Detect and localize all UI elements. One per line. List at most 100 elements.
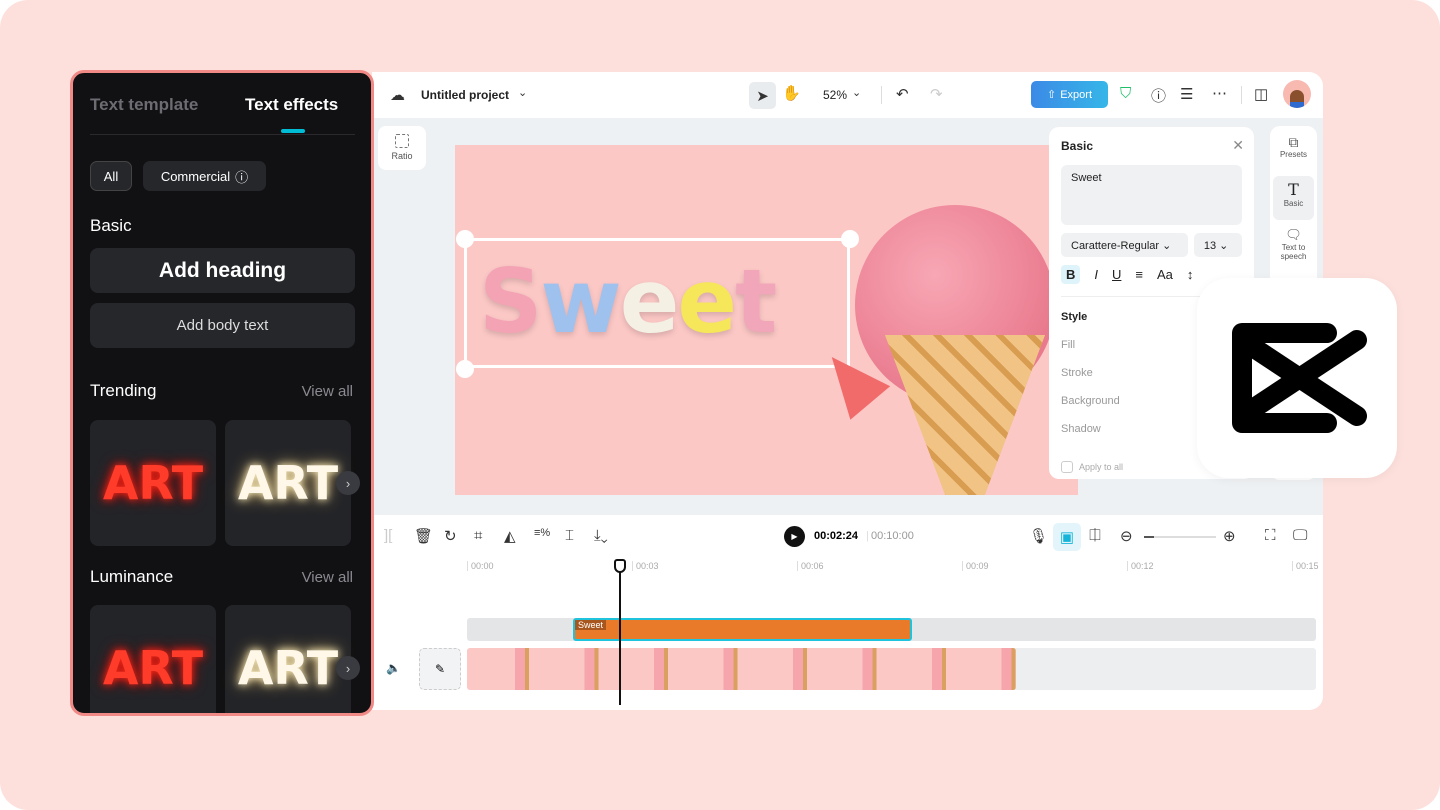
split-icon[interactable]: ][ <box>384 527 392 544</box>
resize-handle[interactable] <box>456 230 474 248</box>
zoom-out-icon[interactable]: ⊖ <box>1120 527 1133 545</box>
view-all-trending[interactable]: View all <box>302 383 353 400</box>
filter-commercial[interactable]: Commercial ⓘ <box>143 161 266 191</box>
effect-card[interactable]: ART <box>90 420 216 546</box>
ruler-tick: 00:00 <box>467 561 494 571</box>
selection-box[interactable] <box>464 238 850 368</box>
effect-card[interactable]: ART <box>225 605 351 713</box>
chevron-right-icon[interactable]: › <box>336 656 360 680</box>
resize-handle[interactable] <box>841 230 859 248</box>
ruler-tick: 00:03 <box>632 561 659 571</box>
sidebar-item-basic[interactable]: T Basic <box>1273 176 1314 220</box>
more-icon[interactable]: ⋯ <box>1212 84 1227 102</box>
layers-icon[interactable]: ☰ <box>1180 85 1193 103</box>
preview-icon[interactable]: 🖵 <box>1293 527 1307 544</box>
sidebar-item-presets[interactable]: ⧉ Presets <box>1273 129 1314 173</box>
time-separator: | <box>866 530 869 542</box>
section-luminance: Luminance <box>90 567 174 586</box>
view-all-luminance[interactable]: View all <box>302 569 353 586</box>
trim-icon[interactable]: ⌶ <box>565 527 574 544</box>
ratio-label: Ratio <box>391 151 413 161</box>
italic-icon[interactable]: I <box>1094 267 1098 282</box>
info-icon: ⓘ <box>235 169 249 185</box>
chevron-down-icon[interactable]: ⌄ <box>518 86 527 99</box>
chevron-right-icon[interactable]: › <box>336 471 360 495</box>
upload-icon: ⇧ <box>1046 89 1057 101</box>
crop-icon[interactable]: ⌗ <box>474 527 482 544</box>
cloud-icon[interactable]: ☁ <box>390 86 405 104</box>
case-icon[interactable]: Aa <box>1157 267 1173 282</box>
underline-icon[interactable]: U <box>1112 267 1121 282</box>
text-input[interactable]: Sweet <box>1061 165 1242 225</box>
total-time: 00:10:00 <box>871 530 914 542</box>
edit-cover-button[interactable]: ✎ <box>419 648 461 690</box>
capcut-logo <box>1197 278 1397 478</box>
avatar[interactable] <box>1283 80 1311 108</box>
ice-cream-cone <box>885 335 1045 495</box>
effect-card[interactable]: ART <box>225 420 351 546</box>
checkbox[interactable] <box>1061 461 1073 473</box>
size-select[interactable]: 13 ⌄ <box>1193 233 1242 257</box>
filter-all[interactable]: All <box>90 161 132 191</box>
ruler-tick: 00:06 <box>797 561 824 571</box>
download-icon[interactable]: ⤓⌄ <box>594 527 608 544</box>
undo-icon[interactable]: ↶ <box>896 85 909 103</box>
sidebar-item-tts[interactable]: 🗨 Text to speech <box>1273 223 1314 267</box>
hand-icon[interactable]: ✋ <box>782 84 801 102</box>
align-icon[interactable]: ≡ <box>1135 267 1143 282</box>
line-spacing-icon[interactable]: ↕ <box>1187 267 1194 282</box>
font-value: Carattere-Regular <box>1071 240 1160 252</box>
fullscreen-icon[interactable]: ⛶ <box>1265 527 1276 544</box>
help-icon[interactable]: ⓘ <box>1151 85 1166 106</box>
text-clip[interactable]: Sweet <box>573 618 912 641</box>
zoom-in-icon[interactable]: ⊕ <box>1223 527 1236 545</box>
text-panel: Text template Text effects All Commercia… <box>70 70 374 716</box>
timeline: ][ 🗑 ↻ ⌗ ◭ ≡% ⌶ ⤓⌄ ▶ 00:02:24 | 00:10:00… <box>372 515 1323 710</box>
speech-icon: 🗨 <box>1285 227 1302 242</box>
play-button[interactable]: ▶ <box>784 526 805 547</box>
close-icon[interactable]: ✕ <box>1232 137 1244 154</box>
playhead[interactable] <box>614 559 626 705</box>
canvas-image[interactable]: Sweet <box>455 145 1078 495</box>
tab-text-template[interactable]: Text template <box>90 95 198 115</box>
speed-icon[interactable]: ≡% <box>534 527 550 539</box>
replay-icon[interactable]: ↻ <box>444 527 457 545</box>
microphone-icon[interactable]: 🎙 <box>1029 527 1048 545</box>
ratio-button[interactable]: Ratio <box>378 126 426 170</box>
zoom-slider[interactable] <box>1144 536 1216 538</box>
export-button[interactable]: ⇧ Export <box>1031 81 1108 108</box>
redo-icon[interactable]: ↷ <box>930 85 943 103</box>
tab-text-effects[interactable]: Text effects <box>245 95 338 115</box>
bold-icon[interactable]: B <box>1061 265 1081 284</box>
split-scene-icon[interactable]: ⎅ <box>1089 527 1101 544</box>
shield-icon[interactable]: ⛉ <box>1120 85 1131 102</box>
ruler-tick: 00:12 <box>1127 561 1154 571</box>
delete-icon[interactable]: 🗑 <box>414 527 433 545</box>
add-body-text-button[interactable]: Add body text <box>90 303 355 348</box>
apply-all-label: Apply to all <box>1079 462 1124 472</box>
section-trending: Trending <box>90 381 157 400</box>
video-clip[interactable] <box>467 648 1016 690</box>
volume-icon[interactable]: 🔈 <box>386 661 401 675</box>
current-time: 00:02:24 <box>814 530 859 542</box>
resize-handle[interactable] <box>456 360 474 378</box>
font-select[interactable]: Carattere-Regular ⌄ <box>1061 233 1188 257</box>
top-bar: ☁ Untitled project ⌄ ➤ ✋ 52% ⌄ ↶ ↷ ⇧ Expo… <box>372 72 1323 118</box>
label: All <box>103 168 119 184</box>
label: Text to speech <box>1280 242 1307 262</box>
export-label: Export <box>1060 88 1092 101</box>
zoom-chevron-icon[interactable]: ⌄ <box>852 86 861 99</box>
add-heading-button[interactable]: Add heading <box>90 248 355 293</box>
select-pointer-icon[interactable]: ➤ <box>749 82 776 109</box>
editor-window: ☁ Untitled project ⌄ ➤ ✋ 52% ⌄ ↶ ↷ ⇧ Expo… <box>372 72 1323 710</box>
layout-toggle-icon[interactable]: ◫ <box>1254 85 1268 103</box>
project-title[interactable]: Untitled project <box>421 88 509 102</box>
auto-snap-icon[interactable]: ▣ <box>1053 523 1081 551</box>
label: Commercial <box>160 168 231 184</box>
flip-icon[interactable]: ◭ <box>504 527 516 545</box>
apply-to-all[interactable]: Apply to all <box>1061 461 1123 473</box>
panel-title: Basic <box>1061 139 1094 153</box>
zoom-level[interactable]: 52% <box>823 88 847 102</box>
time-ruler[interactable]: 00:00 00:03 00:06 00:09 00:12 00:15 <box>467 561 1323 581</box>
effect-card[interactable]: ART <box>90 605 216 713</box>
